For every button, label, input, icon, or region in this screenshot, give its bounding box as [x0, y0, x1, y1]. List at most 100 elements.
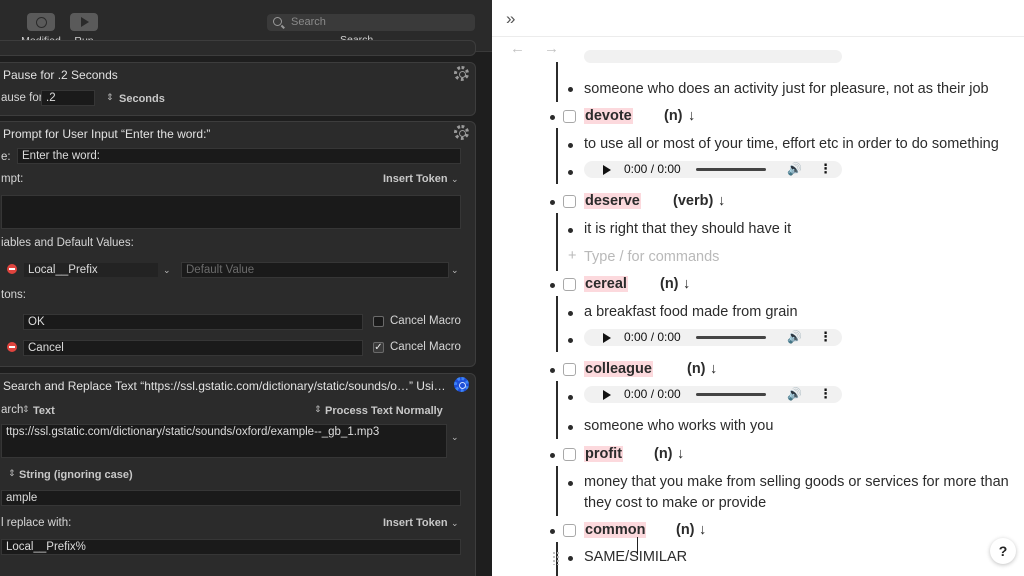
bullet[interactable] [550, 200, 555, 205]
arrow-down-icon[interactable]: ↓ [688, 108, 695, 124]
macro-editor-pane: Modified Run Search Search Pause for .2 … [0, 0, 492, 576]
pause-seconds-input[interactable]: .2 [41, 90, 95, 106]
audio-progress-bar[interactable] [696, 336, 766, 339]
vocab-word[interactable]: profit [584, 446, 624, 462]
gear-icon[interactable] [454, 66, 469, 81]
replace-with-input[interactable]: Local__Prefix% [1, 539, 461, 555]
definition-text[interactable]: to use all or most of your time, effort … [584, 136, 999, 152]
audio-progress-bar[interactable] [696, 168, 766, 171]
bullet[interactable] [550, 283, 555, 288]
volume-icon[interactable]: 🔊 [787, 387, 802, 401]
insert-token-menu[interactable]: Insert Token [383, 517, 448, 529]
vocab-word[interactable]: deserve [584, 193, 641, 209]
arrow-down-icon[interactable]: ↓ [677, 446, 684, 462]
definition-text[interactable]: SAME/SIMILAR [584, 549, 687, 565]
mode-stepper-icon[interactable]: ⇕ [8, 468, 16, 479]
audio-player[interactable]: 0:00 / 0:00 🔊 ⋮ [584, 161, 842, 178]
vocab-word[interactable]: devote [584, 108, 633, 124]
vocab-word[interactable]: colleague [584, 361, 653, 377]
bullet[interactable] [568, 87, 573, 92]
arrow-down-icon[interactable]: ↓ [683, 276, 690, 292]
remove-button-icon[interactable] [7, 342, 17, 352]
collapse-sidebar-icon[interactable]: » [506, 9, 516, 29]
definition-text-line1[interactable]: money that you make from selling goods o… [584, 474, 1009, 490]
todo-checkbox[interactable] [563, 363, 576, 376]
todo-checkbox[interactable] [563, 195, 576, 208]
bullet[interactable] [568, 170, 573, 175]
default-value-input[interactable]: Default Value [181, 262, 449, 278]
more-options-icon[interactable]: ⋮ [819, 386, 832, 402]
process-text-select[interactable]: Process Text Normally [325, 405, 443, 417]
todo-checkbox[interactable] [563, 110, 576, 123]
definition-text[interactable]: a breakfast food made from grain [584, 304, 798, 320]
bullet[interactable] [568, 338, 573, 343]
definition-text[interactable]: someone who does an activity just for pl… [584, 81, 989, 97]
gear-icon[interactable] [454, 125, 469, 140]
definition-text-line2[interactable]: they cost to make or provide [584, 495, 766, 511]
audio-player-partial[interactable] [584, 50, 842, 63]
search-source-select[interactable]: Text [33, 405, 55, 417]
todo-checkbox[interactable] [563, 524, 576, 537]
prompt-text-area[interactable] [1, 195, 461, 229]
arrow-down-icon[interactable]: ↓ [710, 361, 717, 377]
play-icon[interactable] [603, 333, 611, 343]
remove-variable-icon[interactable] [7, 264, 17, 274]
play-icon[interactable] [603, 165, 611, 175]
chevron-down-icon[interactable]: ⌄ [451, 265, 459, 276]
insert-token-menu[interactable]: Insert Token [383, 173, 448, 185]
audio-progress-bar[interactable] [696, 393, 766, 396]
bullet[interactable] [568, 556, 573, 561]
bullet[interactable] [568, 425, 573, 430]
bullet[interactable] [568, 143, 573, 148]
cancel-macro-checkbox-ok[interactable] [373, 316, 384, 327]
bullet[interactable] [568, 311, 573, 316]
volume-icon[interactable]: 🔊 [787, 330, 802, 344]
audio-player[interactable]: 0:00 / 0:00 🔊 ⋮ [584, 329, 842, 346]
arrow-down-icon[interactable]: ↓ [699, 522, 706, 538]
match-mode-select[interactable]: String (ignoring case) [19, 469, 133, 481]
forward-arrow-icon[interactable]: → [544, 40, 559, 57]
more-options-icon[interactable]: ⋮ [819, 329, 832, 345]
chevron-down-icon[interactable]: ⌄ [451, 432, 459, 443]
prompt-action-title[interactable]: Prompt for User Input “Enter the word:” [3, 127, 210, 141]
prompt-title-input[interactable]: Enter the word: [17, 148, 461, 164]
bullet[interactable] [550, 529, 555, 534]
search-stepper-icon[interactable]: ⇕ [22, 404, 30, 415]
bullet[interactable] [568, 481, 573, 486]
help-button[interactable]: ? [990, 538, 1016, 564]
back-arrow-icon[interactable]: ← [510, 40, 525, 57]
bullet[interactable] [568, 228, 573, 233]
pause-action-title[interactable]: Pause for .2 Seconds [3, 68, 118, 82]
bullet[interactable] [568, 395, 573, 400]
button-ok-input[interactable]: OK [23, 314, 363, 330]
todo-checkbox[interactable] [563, 448, 576, 461]
definition-text[interactable]: someone who works with you [584, 418, 773, 434]
more-options-icon[interactable]: ⋮ [819, 161, 832, 177]
bullet[interactable] [550, 368, 555, 373]
arrow-down-icon[interactable]: ↓ [718, 193, 725, 209]
vocab-word[interactable]: cereal [584, 276, 628, 292]
add-block-icon[interactable]: + [568, 248, 576, 264]
gear-icon[interactable] [454, 377, 469, 392]
process-stepper-icon[interactable]: ⇕ [314, 404, 322, 415]
unit-stepper-icon[interactable]: ⇕ [106, 92, 114, 103]
search-input[interactable]: Search [267, 14, 475, 31]
pause-unit-select[interactable]: Seconds [119, 93, 165, 105]
todo-checkbox[interactable] [563, 278, 576, 291]
audio-player[interactable]: 0:00 / 0:00 🔊 ⋮ [584, 386, 842, 403]
vocab-word[interactable]: common [584, 522, 647, 538]
search-for-input[interactable]: ample [1, 490, 461, 506]
command-placeholder[interactable]: Type / for commands [584, 249, 719, 265]
definition-text[interactable]: it is right that they should have it [584, 221, 791, 237]
search-replace-title[interactable]: Search and Replace Text “https://ssl.gst… [3, 379, 449, 393]
button-cancel-input[interactable]: Cancel [23, 340, 363, 356]
play-icon[interactable] [603, 390, 611, 400]
chevron-down-icon[interactable]: ⌄ [163, 265, 171, 276]
drag-handle-icon[interactable] [552, 551, 560, 565]
bullet[interactable] [550, 115, 555, 120]
cancel-macro-checkbox-cancel[interactable]: ✓ [373, 342, 384, 353]
bullet[interactable] [550, 453, 555, 458]
search-url-input[interactable]: ttps://ssl.gstatic.com/dictionary/static… [1, 424, 447, 458]
variable-name-input[interactable]: Local__Prefix [23, 262, 159, 278]
volume-icon[interactable]: 🔊 [787, 162, 802, 176]
